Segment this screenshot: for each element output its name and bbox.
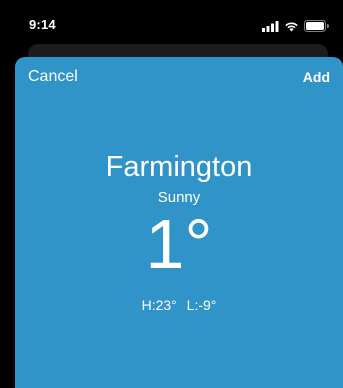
- signal-icon: [262, 20, 279, 32]
- low-temperature: L:-9°: [186, 297, 217, 313]
- cancel-button[interactable]: Cancel: [28, 68, 78, 86]
- city-name: Farmington: [105, 151, 253, 183]
- status-bar: 9:14: [0, 0, 343, 44]
- add-location-sheet: Cancel Add Farmington Sunny 1° H:23° L:-…: [15, 57, 343, 388]
- battery-icon: [304, 20, 329, 32]
- high-low-temperatures: H:23° L:-9°: [15, 297, 343, 313]
- status-time: 9:14: [29, 17, 56, 32]
- add-button[interactable]: Add: [303, 69, 330, 85]
- current-temperature: 1°: [145, 205, 213, 283]
- high-temperature: H:23°: [141, 297, 177, 313]
- wifi-icon: [285, 21, 298, 31]
- screen: 9:14 Cancel Add Farmington Sunny 1° H:23…: [0, 0, 343, 388]
- weather-condition: Sunny: [157, 189, 201, 206]
- status-icons: [262, 20, 329, 32]
